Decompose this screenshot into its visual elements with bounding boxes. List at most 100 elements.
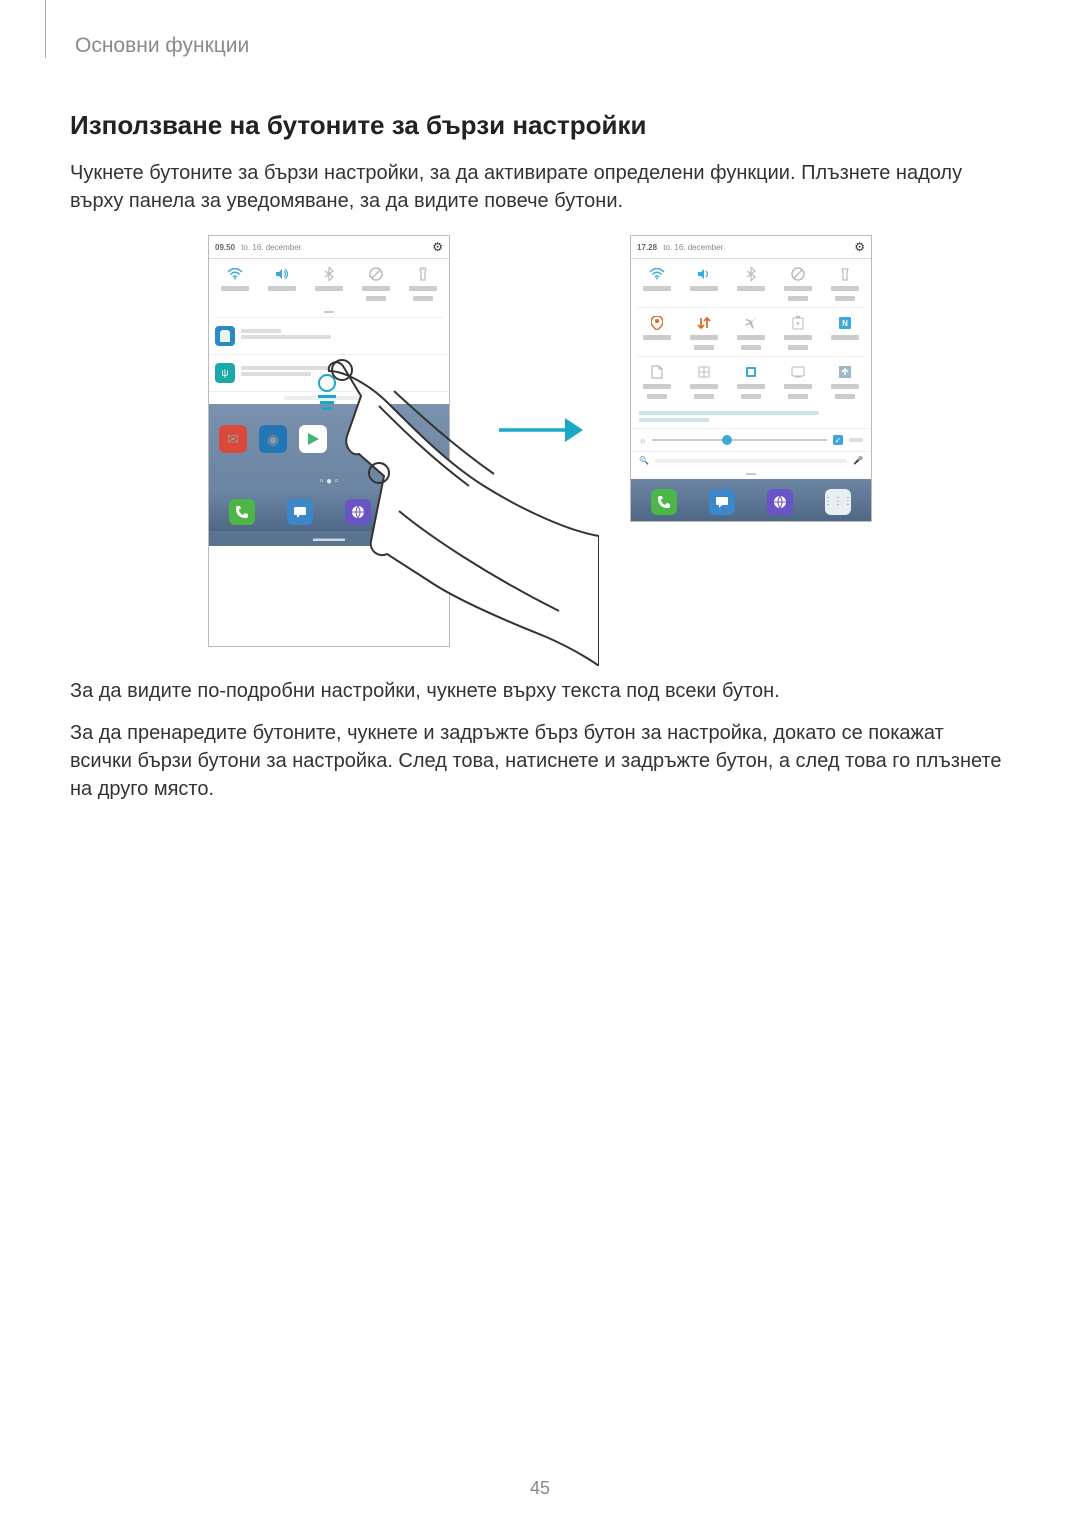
location-icon [648,314,666,332]
sim-icon [215,326,235,346]
apps-app-icon[interactable]: ⋮⋮⋮ [825,489,851,515]
search-placeholder [655,459,847,463]
phone-right: 17.28 to. 16. december ⚙ N [630,235,872,522]
qs-wifi[interactable] [633,265,680,301]
auto-label [849,438,863,442]
apps-app-icon[interactable]: ⋮⋮⋮ [403,499,429,525]
qs-bluetooth[interactable] [727,265,774,301]
phone-app-icon[interactable] [651,489,677,515]
pager-dots: ▫ ● ▫ [209,474,449,489]
app-dock: ⋮⋮⋮ [631,479,871,521]
qs-page-indicator [324,311,334,313]
wifi-icon [648,265,666,283]
auto-brightness-check[interactable]: ✓ [833,435,843,445]
date-left: to. 16. december [241,243,301,252]
sound-icon [695,265,713,283]
camera-app-icon[interactable]: ◉ [259,425,287,453]
qs-upload[interactable] [822,363,869,399]
header-rule [45,0,46,58]
arrow-right-icon [495,410,585,450]
usb-icon: ψ [215,363,235,383]
statusbar-left: 09.50 to. 16. december ⚙ [209,236,449,259]
notification-2[interactable]: ψ [209,355,449,392]
brightness-slider[interactable] [652,439,827,441]
messages-app-icon[interactable] [709,489,735,515]
qs-page-indicator [746,473,756,475]
date-right: to. 16. december [663,243,723,252]
time-left: 09.50 [215,243,235,252]
nfc-icon: N [836,314,854,332]
qs-flashlight[interactable] [822,265,869,301]
brightness-icon: ☼ [639,436,646,445]
play-app-icon[interactable] [299,425,327,453]
figure-row: 09.50 to. 16. december ⚙ [70,235,1010,647]
notification-text [241,363,443,383]
paragraph-rearrange: За да пренаредите бутоните, чукнете и за… [70,719,1010,803]
qs-sound[interactable] [258,265,305,301]
section-heading: Използване на бутоните за бързи настройк… [70,110,1010,141]
mail-app-icon[interactable]: ✉ [219,425,247,453]
svg-text:N: N [843,319,849,328]
cast-icon [789,363,807,381]
mic-icon[interactable]: 🎤 [853,456,863,465]
flashlight-icon [836,265,854,283]
breadcrumb: Основни функции [75,34,249,58]
browser-app-icon[interactable] [767,489,793,515]
upload-icon [836,363,854,381]
paragraph-intro: Чукнете бутоните за бързи настройки, за … [70,159,1010,215]
phone-app-icon[interactable] [229,499,255,525]
gear-icon[interactable]: ⚙ [854,240,865,254]
qs-dnd[interactable] [353,265,400,301]
grid-icon [695,363,713,381]
file-icon [648,363,666,381]
airplane-icon [742,314,760,332]
statusbar-right: 17.28 to. 16. december ⚙ [631,236,871,259]
qs-bluetooth[interactable] [305,265,352,301]
qs-airplane[interactable] [727,314,774,350]
dnd-icon [367,265,385,283]
page-number: 45 [0,1478,1080,1499]
home-row-blurred: ✉ ◉ [209,404,449,474]
wifi-icon [226,265,244,283]
qs-row-2: N [631,308,871,356]
qs-file[interactable] [633,363,680,399]
qs-powersave[interactable] [775,314,822,350]
browser-app-icon[interactable] [345,499,371,525]
qs-row-1 [631,259,871,307]
bluetooth-icon [742,265,760,283]
qs-wifi[interactable] [211,265,258,301]
flashlight-icon [414,265,432,283]
notification-1[interactable] [209,318,449,355]
messages-app-icon[interactable] [287,499,313,525]
notification-footer[interactable] [209,392,449,404]
qs-sound[interactable] [680,265,727,301]
gear-icon[interactable]: ⚙ [432,240,443,254]
quick-settings-row [209,259,449,307]
qs-mobiledata[interactable] [680,314,727,350]
qs-grid[interactable] [680,363,727,399]
qs-location[interactable] [633,314,680,350]
qs-card[interactable] [727,363,774,399]
brightness-slider-row[interactable]: ☼ ✓ [631,428,871,452]
mobiledata-icon [695,314,713,332]
card-icon [742,363,760,381]
phone-left: 09.50 to. 16. december ⚙ [208,235,450,647]
document-page: Основни функции Използване на бутоните з… [0,0,1080,1527]
notification-text [241,326,443,346]
app-dock: ⋮⋮⋮ [209,489,449,531]
qs-flashlight[interactable] [400,265,447,301]
paragraph-details: За да видите по-подробни настройки, чукн… [70,677,1010,705]
arrow-between [490,235,590,625]
qs-dnd[interactable] [775,265,822,301]
search-row[interactable]: 🔍 🎤 [631,452,871,469]
powersave-icon [789,314,807,332]
time-right: 17.28 [637,243,657,252]
panel-hint-text [631,405,871,428]
qs-nfc[interactable]: N [822,314,869,350]
search-icon: 🔍 [639,456,649,465]
qs-cast[interactable] [775,363,822,399]
bluetooth-icon [320,265,338,283]
qs-row-3 [631,357,871,405]
bottom-label: ▬▬▬▬ [209,531,449,546]
dnd-icon [789,265,807,283]
